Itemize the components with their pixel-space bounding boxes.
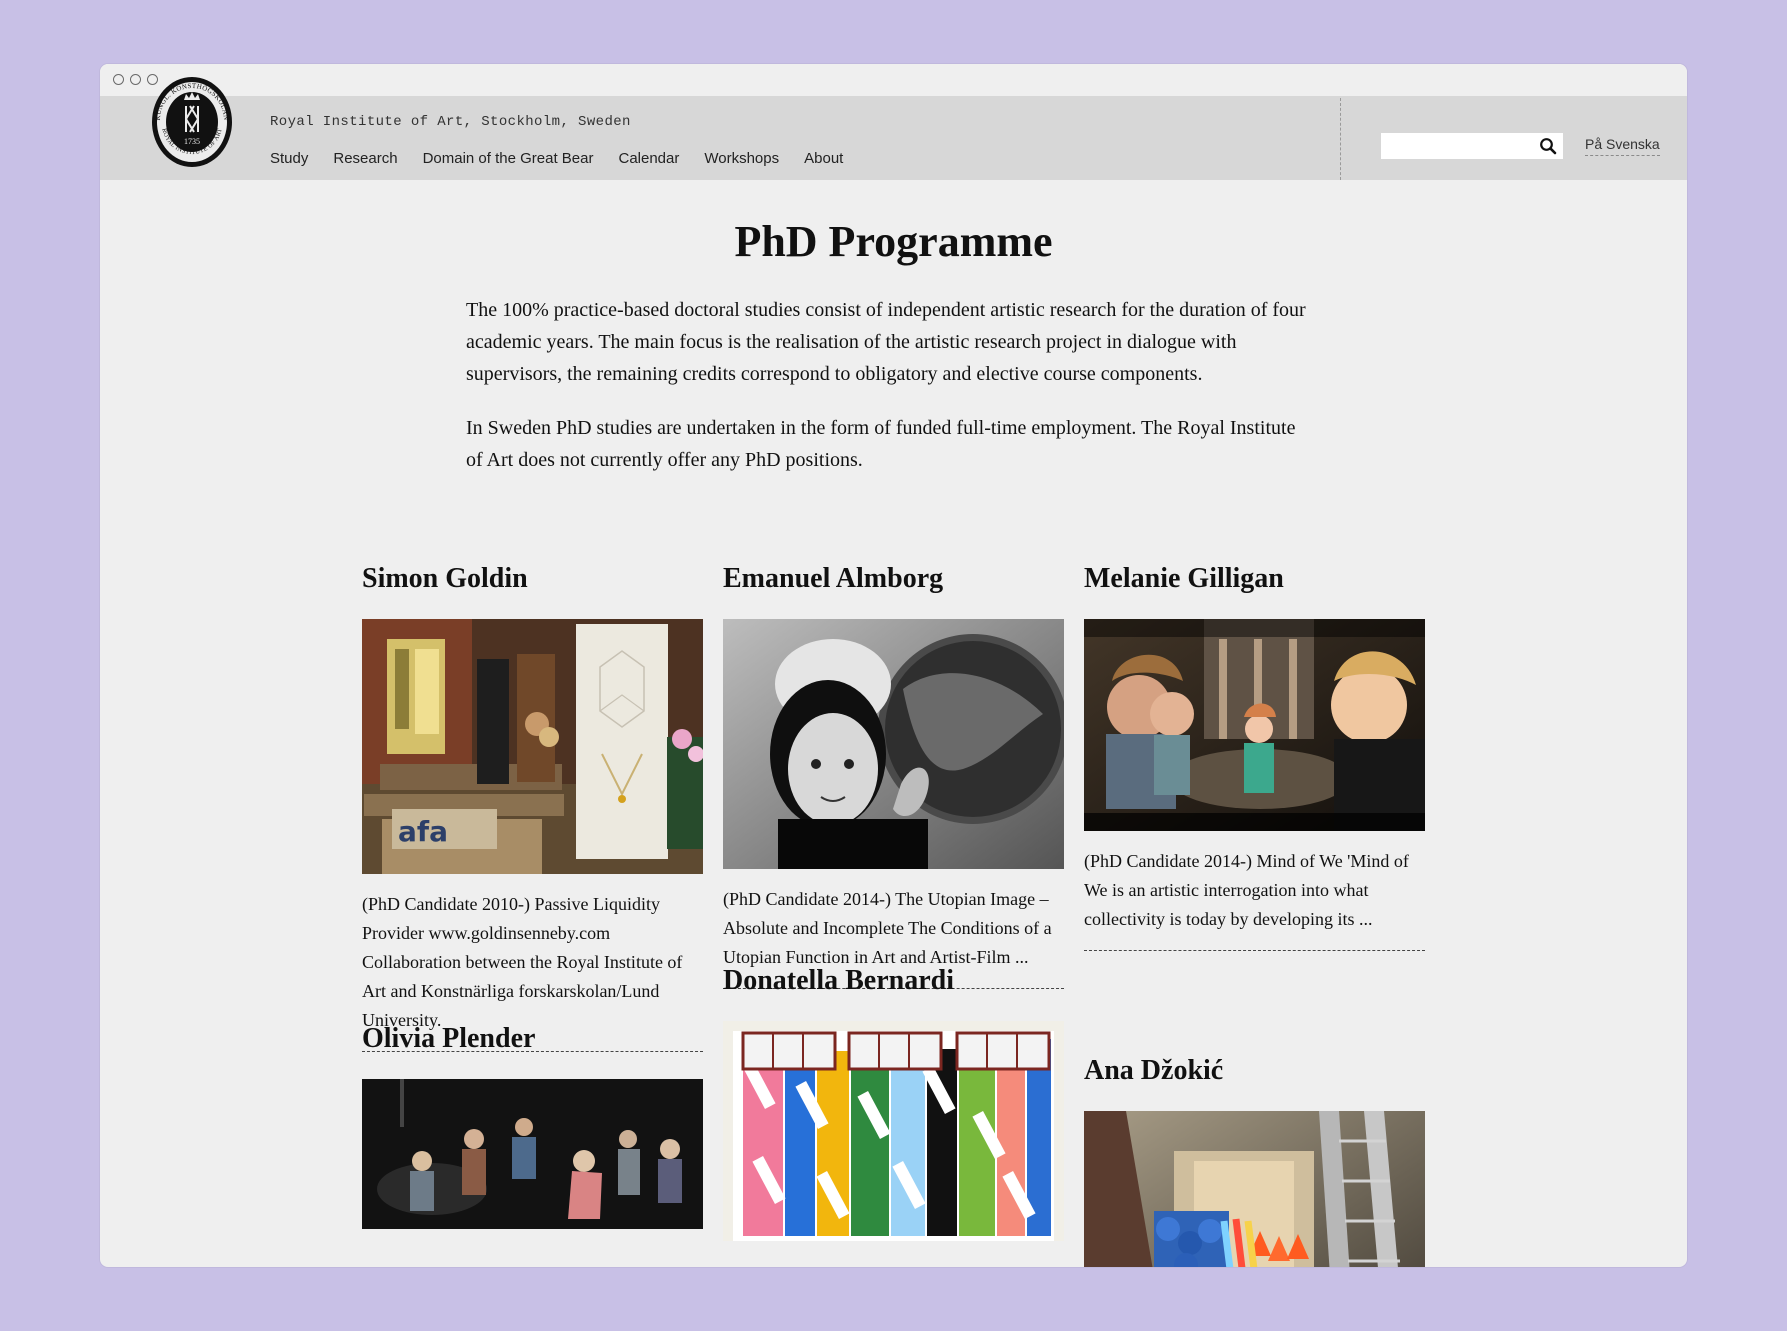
candidate-image[interactable] <box>723 1021 1064 1241</box>
candidate-card-olivia-plender[interactable]: Olivia Plender <box>362 1021 703 1229</box>
main-nav: Study Research Domain of the Great Bear … <box>270 150 843 167</box>
nav-item-research[interactable]: Research <box>333 150 397 167</box>
intro-paragraph: The 100% practice-based doctoral studies… <box>466 299 1306 385</box>
header-divider <box>1340 98 1341 180</box>
minimize-window-button[interactable] <box>130 74 141 85</box>
window-titlebar <box>100 64 1687 96</box>
candidate-card-emanuel-almborg[interactable]: Emanuel Almborg (PhD Candidate 2014-) Th… <box>723 561 1064 989</box>
candidate-name[interactable]: Simon Goldin <box>362 561 703 597</box>
intro-paragraph: In Sweden PhD studies are undertaken in … <box>466 417 1296 471</box>
candidate-card-melanie-gilligan[interactable]: Melanie Gilligan (PhD Candidate 2014-) M… <box>1084 561 1425 951</box>
logo-year: 1735 <box>184 137 200 146</box>
site-header: Royal Institute of Art, Stockholm, Swede… <box>100 96 1687 180</box>
search-box <box>1381 133 1563 159</box>
candidate-card-donatella-bernardi[interactable]: Donatella Bernardi <box>723 963 1064 1241</box>
page-title: PhD Programme <box>734 217 1053 266</box>
nav-item-calendar[interactable]: Calendar <box>618 150 679 167</box>
candidate-name[interactable]: Ana Džokić <box>1084 1053 1425 1089</box>
candidate-image[interactable] <box>362 1079 703 1229</box>
candidate-image[interactable] <box>1084 1111 1425 1267</box>
nav-item-about[interactable]: About <box>804 150 843 167</box>
candidate-image[interactable] <box>1084 619 1425 831</box>
nav-item-domain-of-the-great-bear[interactable]: Domain of the Great Bear <box>423 150 594 167</box>
candidate-description: (PhD Candidate 2014-) Mind of We 'Mind o… <box>1084 847 1425 951</box>
candidate-name[interactable]: Emanuel Almborg <box>723 561 1064 597</box>
simon-goldin-image-text: afa <box>398 815 448 848</box>
candidate-card-simon-goldin[interactable]: Simon Goldin afa (PhD Candidate 2010-) P… <box>362 561 703 1052</box>
candidate-name[interactable]: Melanie Gilligan <box>1084 561 1425 597</box>
candidate-name[interactable]: Olivia Plender <box>362 1021 703 1057</box>
browser-window: Royal Institute of Art, Stockholm, Swede… <box>100 64 1687 1267</box>
candidate-name[interactable]: Donatella Bernardi <box>723 963 1064 999</box>
candidate-image[interactable]: afa <box>362 619 703 874</box>
search-icon[interactable] <box>1539 137 1557 155</box>
close-window-button[interactable] <box>113 74 124 85</box>
nav-item-study[interactable]: Study <box>270 150 308 167</box>
candidate-image[interactable] <box>723 619 1064 869</box>
institute-logo[interactable]: KUNGL. KONSTHÖGSKOLAN ROYAL INSTITUTE OF… <box>150 74 234 174</box>
language-link[interactable]: På Svenska <box>1585 136 1660 156</box>
candidate-card-ana-dzokic[interactable]: Ana Džokić <box>1084 1053 1425 1267</box>
intro-text: The 100% practice-based doctoral studies… <box>466 294 1316 498</box>
institute-name: Royal Institute of Art, Stockholm, Swede… <box>270 114 631 130</box>
nav-item-workshops[interactable]: Workshops <box>704 150 779 167</box>
search-input[interactable] <box>1381 133 1531 159</box>
